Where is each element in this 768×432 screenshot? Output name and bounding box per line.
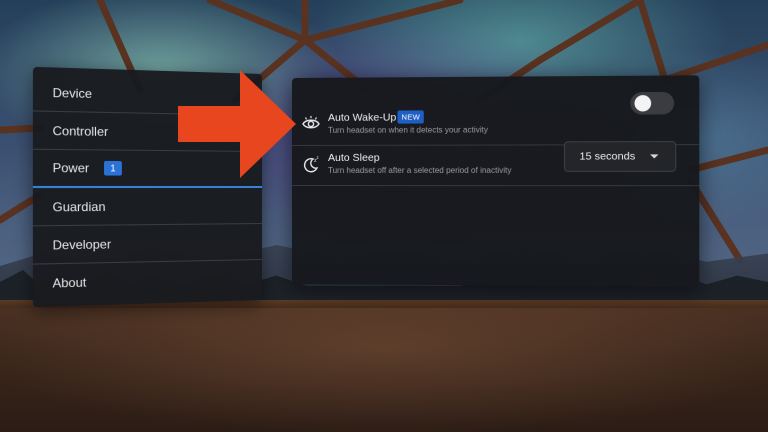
count-badge: 1: [104, 160, 122, 176]
setting-title: Auto Wake-Up: [327, 111, 397, 124]
dropdown-value: 15 seconds: [579, 150, 636, 163]
nav-item-label: Guardian: [52, 198, 106, 214]
auto-wakeup-toggle[interactable]: [630, 91, 675, 115]
eye-icon: [301, 115, 320, 129]
setting-title: Auto Sleep: [327, 151, 380, 164]
auto-sleep-row: z z Auto Sleep Turn headset off after a …: [292, 141, 700, 187]
auto-wakeup-row: Auto Wake-Up NEW Turn headset on when it…: [292, 91, 700, 146]
auto-sleep-dropdown[interactable]: 15 seconds: [563, 141, 677, 172]
nav-item-label: Device: [52, 84, 93, 101]
nav-item-label: Developer: [52, 236, 112, 253]
annotation-arrow-icon: [178, 70, 296, 178]
nav-item-label: Power: [52, 160, 90, 176]
nav-item-developer[interactable]: Developer: [32, 224, 262, 265]
nav-item-about[interactable]: About: [33, 260, 262, 303]
nav-item-label: Controller: [52, 122, 109, 139]
setting-description: Turn headset off after a selected period…: [327, 165, 512, 175]
toggle-knob: [634, 95, 652, 112]
moon-sleep-icon: z z: [303, 155, 319, 173]
new-badge: NEW: [397, 110, 425, 124]
wooden-floor: [0, 308, 768, 432]
nav-item-label: About: [52, 275, 87, 291]
svg-text:z: z: [316, 155, 318, 160]
nav-item-guardian[interactable]: Guardian: [32, 188, 262, 227]
power-settings-panel: Auto Wake-Up NEW Turn headset on when it…: [292, 75, 700, 287]
chevron-down-icon: [650, 154, 659, 159]
setting-description: Turn headset on when it detects your act…: [327, 125, 488, 135]
